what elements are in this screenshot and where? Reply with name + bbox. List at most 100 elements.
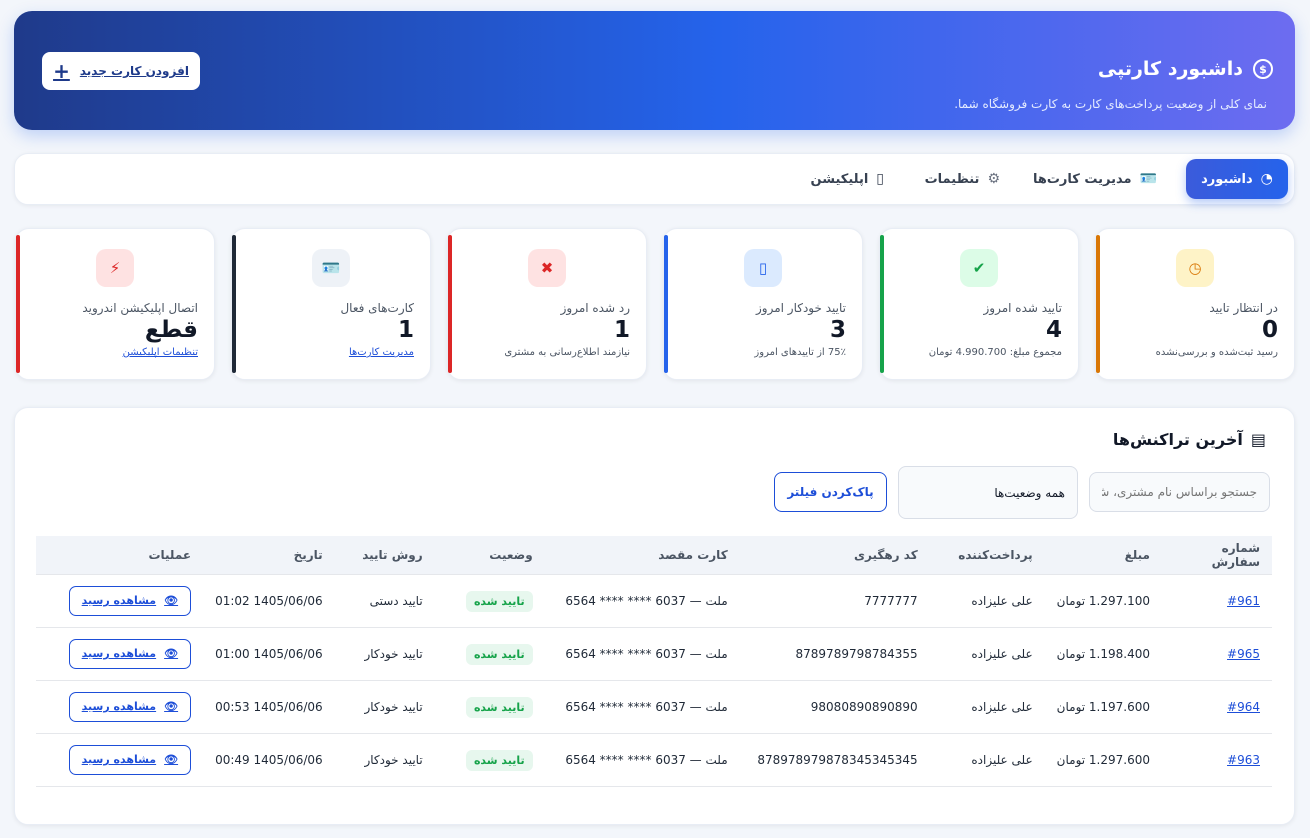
stat-sub: 75٪ از تاییدهای امروز: [754, 347, 846, 358]
stat-sub: مجموع مبلغ: 4.990.700 تومان: [928, 347, 1062, 358]
card-accent-bar: [448, 235, 452, 373]
card-cell: ملت — 6037 **** **** 6564: [565, 699, 728, 714]
id-card-icon: 🪪: [1139, 171, 1157, 187]
amount-cell: 1.197.600 تومان: [1056, 699, 1150, 714]
add-card-label: افزودن کارت جدید: [79, 64, 189, 78]
col-payer: پرداخت‌کننده: [958, 547, 1033, 562]
amount-cell: 1.198.400 تومان: [1056, 646, 1150, 661]
col-tracking: کد رهگیری: [854, 547, 918, 562]
search-input[interactable]: [1089, 472, 1270, 512]
amount-cell: 1.297.600 تومان: [1056, 752, 1150, 767]
stat-value: قطع: [144, 317, 198, 343]
stat-sub: نیازمند اطلاع‌رسانی به مشتری: [504, 347, 630, 358]
view-receipt-label: مشاهده رسید: [81, 647, 157, 660]
status-filter-select[interactable]: همه وضعیت‌ها: [898, 466, 1078, 519]
table-header-row: شماره سفارش مبلغ پرداخت‌کننده کد رهگیری …: [36, 536, 1272, 574]
table-list-icon: ▤: [1250, 430, 1266, 449]
status-badge: تایید شده: [465, 643, 533, 665]
gauge-icon: ◔: [1260, 171, 1273, 187]
table-row: #963 1.297.600 تومان علی علیزاده 8789789…: [36, 733, 1272, 786]
view-receipt-label: مشاهده رسید: [81, 594, 157, 607]
status-badge: تایید شده: [465, 590, 533, 612]
header-banner: $ داشبورد کارتپی نمای کلی از وضعیت پرداخ…: [14, 11, 1295, 130]
tab-settings[interactable]: ⚙ تنظیمات: [925, 159, 1000, 199]
tab-dashboard[interactable]: ◔ داشبورد: [1186, 159, 1288, 199]
app-settings-link[interactable]: تنظیمات اپلیکیشن: [123, 347, 198, 358]
check-circle-icon: ✔: [960, 249, 998, 287]
tab-dashboard-label: داشبورد: [1201, 171, 1253, 187]
page-subtitle: نمای کلی از وضعیت پرداخت‌های کارت به کار…: [954, 97, 1267, 111]
method-cell: تایید خودکار: [364, 646, 423, 661]
amount-cell: 1.297.100 تومان: [1056, 593, 1150, 608]
eye-icon: 👁: [164, 753, 179, 766]
stat-label: کارت‌های فعال: [340, 301, 414, 315]
main-nav: ◔ داشبورد 🪪 مدیریت کارت‌ها ⚙ تنظیمات ▯ ا…: [14, 153, 1295, 205]
stat-sub: رسید ثبت‌شده و بررسی‌نشده: [1155, 347, 1278, 358]
card-accent-bar: [664, 235, 668, 373]
stat-card-android-connection: ⚡ اتصال اپلیکیشن اندروید قطع تنظیمات اپل…: [15, 228, 215, 380]
unplug-icon: ⚡: [96, 249, 134, 287]
card-accent-bar: [1096, 235, 1100, 373]
col-date: تاریخ: [293, 547, 323, 562]
stat-value: 0: [1261, 317, 1278, 343]
table-row: #964 1.197.600 تومان علی علیزاده 9808089…: [36, 680, 1272, 733]
order-link[interactable]: #963: [1227, 753, 1260, 767]
add-card-button[interactable]: افزودن کارت جدید +: [42, 52, 200, 90]
view-receipt-button[interactable]: 👁 مشاهده رسید: [68, 744, 192, 775]
card-cell: ملت — 6037 **** **** 6564: [565, 593, 728, 608]
x-circle-icon: ✖: [528, 249, 566, 287]
stat-card-auto: ▯ تایید خودکار امروز 3 75٪ از تاییدهای ا…: [663, 228, 863, 380]
tab-app-label: اپلیکیشن: [810, 171, 869, 187]
mobile-icon: ▯: [744, 249, 782, 287]
stat-value: 1: [613, 317, 630, 343]
stat-label: اتصال اپلیکیشن اندروید: [82, 301, 198, 315]
stat-label: در انتظار تایید: [1209, 301, 1278, 315]
stat-card-approved: ✔ تایید شده امروز 4 مجموع مبلغ: 4.990.70…: [879, 228, 1079, 380]
col-status: وضعیت: [489, 547, 533, 562]
page-title: $ داشبورد کارتپی: [1098, 58, 1273, 80]
clock-icon: ◷: [1176, 249, 1214, 287]
stat-label: تایید خودکار امروز: [756, 301, 846, 315]
tab-settings-label: تنظیمات: [924, 171, 980, 187]
dollar-coin-icon: $: [1253, 59, 1273, 79]
id-card-icon: 🪪: [312, 249, 350, 287]
transactions-panel: ▤ آخرین تراکنش‌ها همه وضعیت‌ها پاک‌کردن …: [14, 407, 1295, 825]
date-cell: 1405/06/06 00:49: [215, 752, 323, 767]
tab-app[interactable]: ▯ اپلیکیشن: [811, 159, 884, 199]
stat-label: رد شده امروز: [560, 301, 630, 315]
view-receipt-label: مشاهده رسید: [81, 700, 157, 713]
clear-filter-button[interactable]: پاک‌کردن فیلتر: [774, 472, 887, 512]
status-badge: تایید شده: [465, 749, 533, 771]
order-link[interactable]: #965: [1227, 647, 1260, 661]
method-cell: تایید دستی: [369, 593, 423, 608]
date-cell: 1405/06/06 01:00: [215, 646, 323, 661]
stat-value: 1: [397, 317, 414, 343]
method-cell: تایید خودکار: [364, 752, 423, 767]
order-link[interactable]: #964: [1227, 700, 1260, 714]
col-method: روش تایید: [362, 547, 423, 562]
stat-card-rejected: ✖ رد شده امروز 1 نیازمند اطلاع‌رسانی به …: [447, 228, 647, 380]
payer-cell: علی علیزاده: [971, 593, 1033, 608]
gear-icon: ⚙: [987, 171, 1000, 187]
page-title-text: داشبورد کارتپی: [1097, 58, 1243, 80]
method-cell: تایید خودکار: [364, 699, 423, 714]
stat-label: تایید شده امروز: [983, 301, 1063, 315]
col-amount: مبلغ: [1124, 547, 1150, 562]
transactions-title: ▤ آخرین تراکنش‌ها: [1113, 430, 1266, 449]
card-cell: ملت — 6037 **** **** 6564: [565, 752, 728, 767]
tab-cards-label: مدیریت کارت‌ها: [1032, 171, 1132, 187]
card-accent-bar: [880, 235, 884, 373]
transactions-table: شماره سفارش مبلغ پرداخت‌کننده کد رهگیری …: [36, 536, 1272, 787]
table-row: #965 1.198.400 تومان علی علیزاده 8789789…: [36, 627, 1272, 680]
payer-cell: علی علیزاده: [971, 699, 1033, 714]
view-receipt-button[interactable]: 👁 مشاهده رسید: [68, 638, 192, 669]
manage-cards-link[interactable]: مدیریت کارت‌ها: [349, 347, 414, 358]
date-cell: 1405/06/06 00:53: [215, 699, 323, 714]
tab-cards[interactable]: 🪪 مدیریت کارت‌ها: [1033, 159, 1157, 199]
order-link[interactable]: #961: [1227, 594, 1260, 608]
view-receipt-button[interactable]: 👁 مشاهده رسید: [68, 691, 192, 722]
mobile-icon: ▯: [876, 171, 884, 187]
view-receipt-button[interactable]: 👁 مشاهده رسید: [68, 585, 192, 616]
col-actions: عملیات: [148, 547, 192, 562]
col-card: کارت مقصد: [658, 547, 728, 562]
